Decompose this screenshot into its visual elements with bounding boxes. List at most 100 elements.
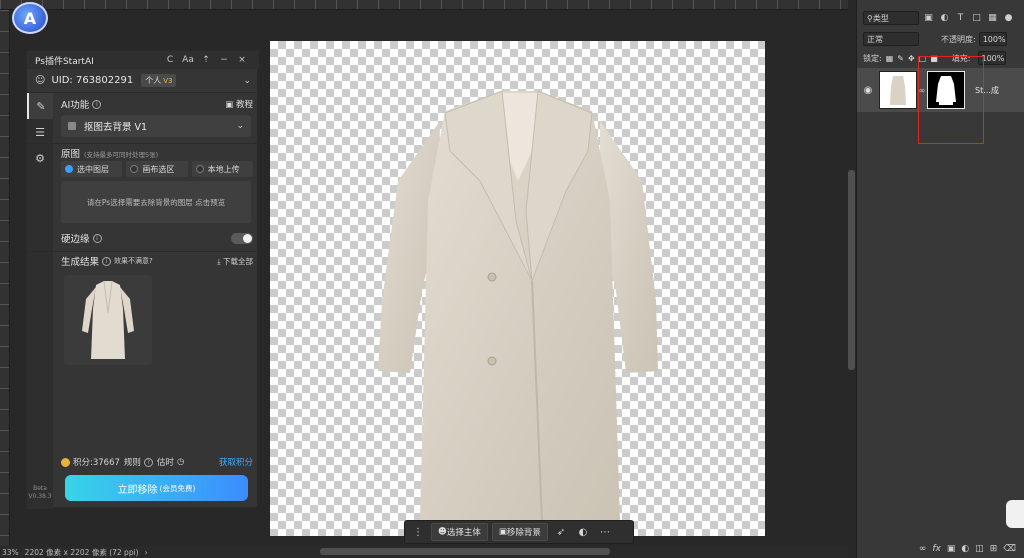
drag-handle-icon[interactable]: ⋮: [409, 527, 427, 538]
coat-thumbnail-icon: [890, 76, 906, 105]
divider: [27, 143, 259, 144]
filter-shape-icon[interactable]: □: [970, 13, 983, 23]
ai-function-header: AI功能 i ▣ 教程: [61, 97, 253, 111]
add-mask-icon[interactable]: ▣: [947, 544, 956, 554]
chevron-right-icon[interactable]: ›: [145, 548, 148, 557]
ai-function-select[interactable]: 抠图去背景 V1 ⌄: [61, 115, 251, 137]
font-size-icon[interactable]: Aa: [179, 55, 197, 65]
info-icon[interactable]: i: [102, 256, 112, 266]
gear-icon[interactable]: ⚙: [27, 145, 53, 171]
radio-unchecked: [195, 165, 204, 173]
image-icon: ▣: [498, 527, 507, 537]
result-title: 生成结果: [61, 257, 100, 268]
hard-edge-toggle[interactable]: [231, 232, 253, 244]
blend-row: 正常 不透明度: 100%: [863, 31, 1023, 47]
lock-label: 锁定:: [863, 53, 882, 63]
user-group-icon: ☺: [35, 75, 46, 86]
hard-edge-row: 硬边缘 i: [61, 231, 253, 245]
lock-position-icon[interactable]: ✥: [908, 54, 915, 63]
lock-transparent-icon[interactable]: ▦: [886, 54, 894, 63]
clock-icon[interactable]: ◷: [177, 457, 184, 467]
corner-mascot-image: [1006, 500, 1024, 528]
filter-type-icon[interactable]: T: [954, 13, 967, 23]
option-label: 本地上传: [207, 164, 240, 174]
opacity-label: 不透明度:: [941, 34, 976, 44]
help-icon[interactable]: ?: [143, 457, 153, 467]
source-header: 原图 (支持最多可同时处理5张): [61, 146, 253, 160]
brush-tool-icon[interactable]: ✎: [27, 93, 53, 119]
remove-button-label: 立即移除: [117, 484, 158, 496]
filter-pixel-icon[interactable]: ▣: [922, 13, 935, 23]
blend-value: 正常: [867, 34, 883, 44]
source-subtitle: (支持最多可同时处理5张): [84, 151, 159, 159]
function-value: 抠图去背景 V1: [84, 122, 148, 133]
vertical-scrollbar[interactable]: [848, 170, 855, 370]
visibility-eye-icon[interactable]: ◉: [857, 85, 879, 96]
refresh-icon[interactable]: C: [161, 55, 179, 65]
result-thumbnail[interactable]: [64, 275, 152, 365]
trash-icon[interactable]: ⌫: [1003, 544, 1016, 554]
layer-kind-select[interactable]: ⚲ 类型: [863, 11, 919, 25]
history-link[interactable]: 估时: [157, 456, 174, 468]
layer-thumbnail[interactable]: [879, 71, 917, 109]
select-subject-button[interactable]: ☻ 选择主体: [431, 523, 488, 541]
startai-logo-icon[interactable]: A: [12, 2, 48, 34]
filter-toggle-icon[interactable]: ●: [1002, 13, 1015, 23]
minimize-button[interactable]: −: [215, 55, 233, 65]
info-icon[interactable]: i: [92, 99, 102, 109]
remove-now-button[interactable]: 立即移除 (会员免费): [65, 475, 248, 501]
more-icon[interactable]: ⋯: [596, 527, 614, 538]
level-tag: V3: [163, 77, 173, 85]
option-canvas-selection[interactable]: 画布选区: [126, 161, 188, 177]
fx-icon[interactable]: fx: [932, 544, 941, 554]
preview-box[interactable]: 请在Ps选择需要去除背景的图层 点击预览: [61, 181, 251, 223]
points-rule-link[interactable]: 规则: [124, 456, 141, 468]
lock-paint-icon[interactable]: ✎: [897, 54, 904, 63]
info-icon[interactable]: i: [92, 233, 102, 243]
kind-value: 类型: [872, 13, 889, 23]
coat-thumbnail-image: [82, 280, 134, 359]
option-selected-layer[interactable]: 选中图层: [61, 161, 123, 177]
plugin-side-toolbar: ✎ ☰ ⚙: [27, 93, 53, 509]
remove-background-label: 移除背景: [506, 528, 541, 538]
adjustment-icon[interactable]: ◐: [574, 527, 592, 538]
mask-highlight-frame: [918, 56, 984, 144]
document-size: 2202 像素 x 2202 像素 (72 ppi): [24, 547, 139, 557]
adjustment-layer-icon[interactable]: ◐: [961, 544, 969, 554]
ai-function-title: AI功能: [61, 100, 90, 111]
fill-value: 100%: [981, 53, 1005, 63]
download-all-button[interactable]: ⤓ 下载全部: [217, 256, 253, 267]
plugin-title: Ps插件StartAI: [35, 56, 94, 67]
lasso-icon[interactable]: ➶: [552, 527, 570, 538]
new-layer-icon[interactable]: ⊞: [990, 544, 998, 554]
blend-mode-select[interactable]: 正常: [863, 32, 919, 46]
top-ruler: [0, 0, 848, 10]
document-canvas[interactable]: [270, 41, 765, 536]
earn-points-link[interactable]: 获取积分: [219, 456, 253, 468]
filter-adjustment-icon[interactable]: ◐: [938, 13, 951, 23]
zoom-level[interactable]: 33%: [2, 548, 19, 557]
option-label: 选中图层: [77, 164, 109, 174]
download-all-label: 下载全部: [223, 256, 253, 266]
result-header: 生成结果 i 效果不满意? ⤓ 下载全部: [61, 255, 253, 268]
horizontal-scrollbar[interactable]: [320, 548, 610, 555]
remove-background-button[interactable]: ▣ 移除背景: [491, 523, 548, 541]
result-feedback-link[interactable]: 效果不满意?: [114, 256, 153, 266]
filter-smart-icon[interactable]: ▦: [986, 13, 999, 23]
opacity-field[interactable]: 100%: [978, 32, 1007, 46]
close-button[interactable]: ×: [233, 55, 251, 65]
book-icon: ▣: [225, 100, 236, 110]
opacity-value: 100%: [982, 34, 1006, 44]
left-ruler: [0, 10, 10, 546]
version-label: Beta V0.38.3: [28, 485, 52, 500]
user-info-row[interactable]: ☺ UID: 763802291 个人 V3 ⌄: [27, 69, 259, 93]
chevron-down-icon[interactable]: ⌄: [243, 76, 251, 86]
option-local-upload[interactable]: 本地上传: [191, 161, 253, 177]
tutorial-label: 教程: [235, 100, 253, 110]
folder-icon[interactable]: ◫: [975, 544, 984, 554]
layers-tool-icon[interactable]: ☰: [27, 119, 53, 145]
link-layers-icon[interactable]: ∞: [919, 544, 927, 554]
pin-icon[interactable]: ⇡: [197, 55, 215, 65]
tutorial-link[interactable]: ▣ 教程: [225, 98, 253, 110]
uid-label: UID: 763802291: [51, 75, 134, 86]
